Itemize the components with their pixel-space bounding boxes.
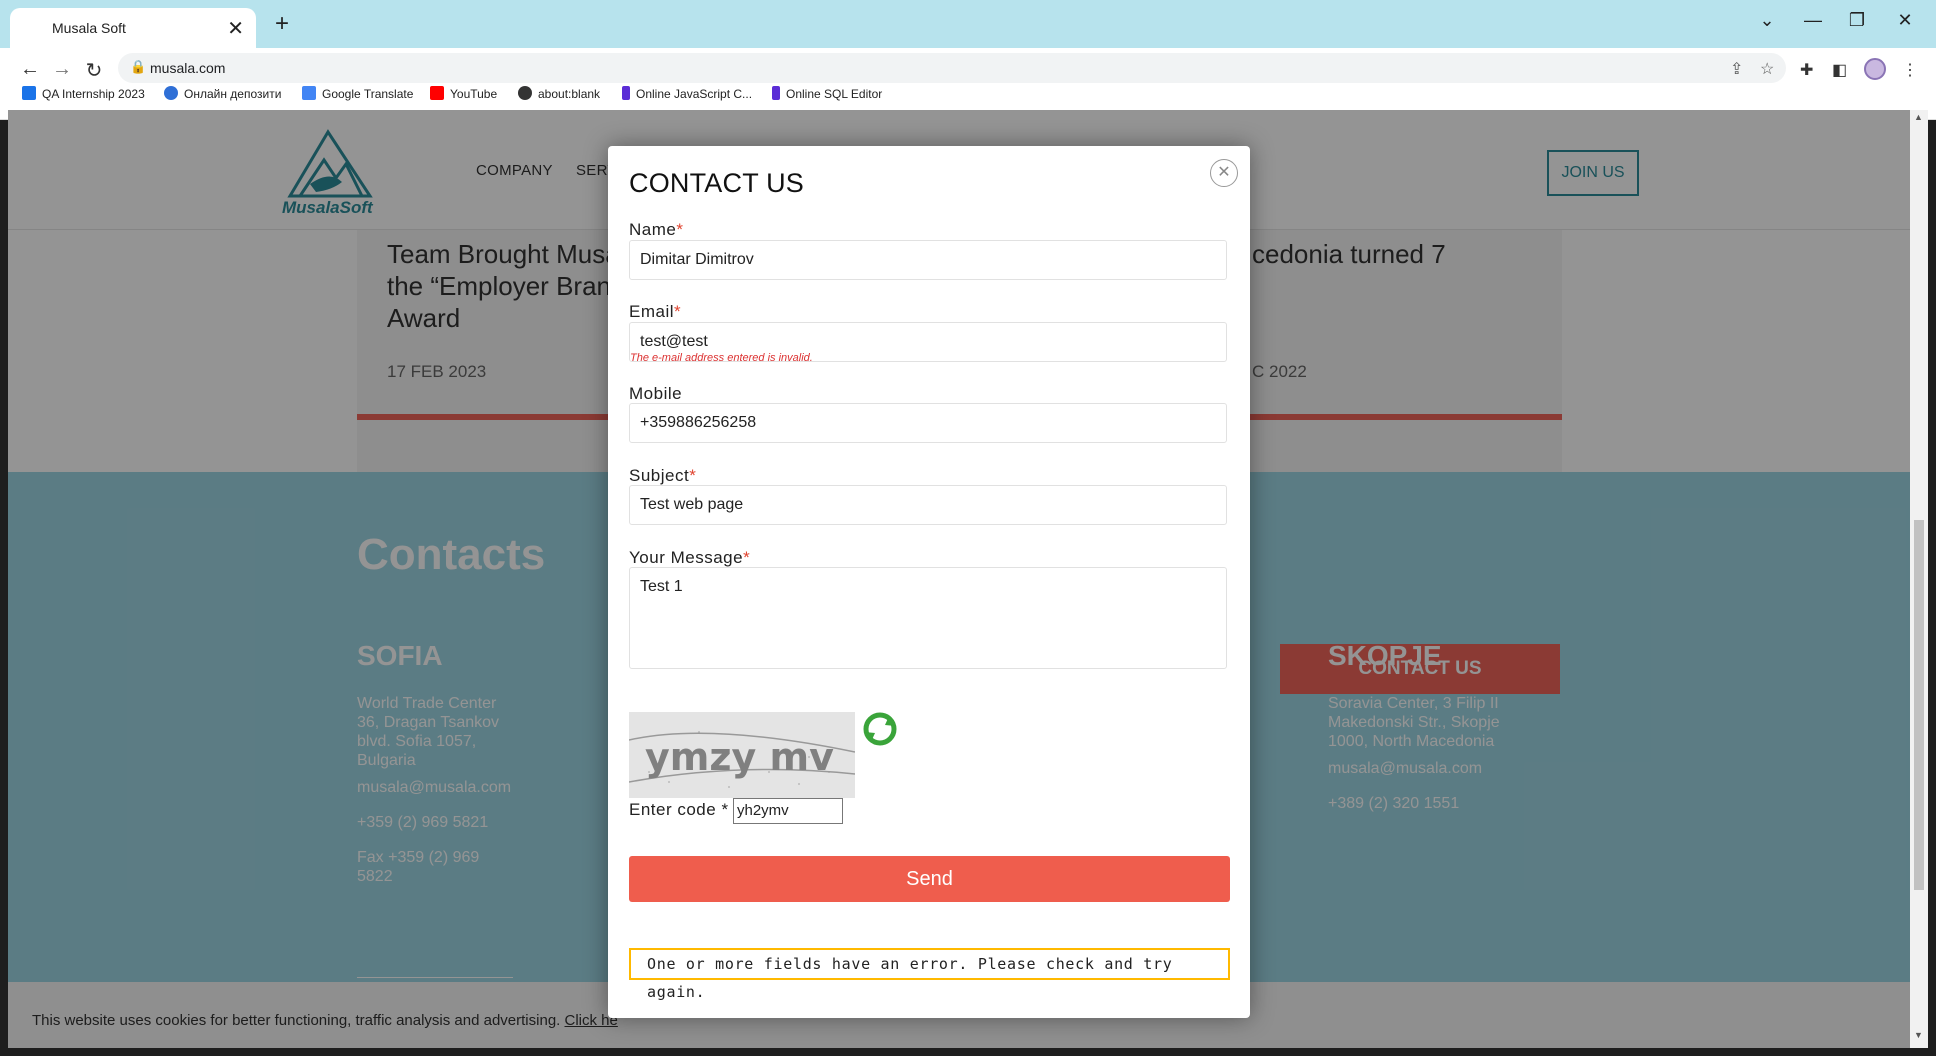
subject-field[interactable]: Test web page: [629, 485, 1227, 525]
refresh-icon[interactable]: [863, 712, 897, 746]
new-tab-icon[interactable]: +: [268, 10, 296, 38]
bookmark-label: Онлайн депозити: [184, 87, 282, 101]
browser-tab-strip: Musala Soft ✕ + ⌄ — ❐ ✕: [0, 0, 1936, 48]
close-window-icon[interactable]: ✕: [1890, 10, 1920, 31]
name-label-text: Name: [629, 220, 677, 239]
tab-title: Musala Soft: [52, 20, 126, 36]
name-label: Name*: [629, 220, 683, 240]
page-scrollbar[interactable]: ▲ ▼: [1910, 110, 1928, 1048]
required-marker: *: [676, 220, 684, 239]
lock-icon[interactable]: 🔒: [130, 59, 146, 75]
email-label-text: Email: [629, 302, 675, 321]
captcha-code-input[interactable]: yh2ymv: [733, 798, 843, 824]
bookmark-label: QA Internship 2023: [42, 87, 145, 101]
back-icon[interactable]: ←: [16, 58, 44, 81]
tab-search-icon[interactable]: ⌄: [1752, 10, 1782, 31]
bookmark-item[interactable]: Online SQL Editor: [772, 86, 882, 101]
bookmark-item[interactable]: YouTube: [430, 86, 497, 101]
bookmark-item[interactable]: Online JavaScript C...: [622, 86, 752, 101]
mobile-label: Mobile: [629, 384, 683, 403]
address-bar[interactable]: 🔒 musala.com ⇪ ☆: [118, 53, 1786, 83]
name-field[interactable]: Dimitar Dimitrov: [629, 240, 1227, 280]
bookmark-item[interactable]: QA Internship 2023: [22, 86, 145, 101]
message-label: Your Message*: [629, 548, 750, 568]
share-icon[interactable]: ⇪: [1730, 59, 1743, 79]
programiz-icon: [772, 86, 780, 100]
modal-title: CONTACT US: [629, 168, 805, 198]
subject-label: Subject*: [629, 466, 696, 486]
captcha-image: ymzy mv: [629, 712, 855, 798]
email-error-message: The e-mail address entered is invalid.: [630, 352, 813, 364]
captcha-text: ymzy mv: [645, 735, 834, 779]
bookmark-item[interactable]: Онлайн депозити: [164, 86, 281, 101]
form-error-message: One or more fields have an error. Please…: [629, 948, 1230, 1001]
bookmark-item[interactable]: Google Translate: [302, 86, 413, 101]
bookmark-label: YouTube: [450, 87, 498, 101]
required-marker: *: [689, 466, 697, 485]
subject-label-text: Subject: [629, 466, 690, 485]
youtube-icon: [430, 86, 444, 100]
programiz-icon: [622, 86, 630, 100]
required-marker: *: [674, 302, 682, 321]
globe-icon: [518, 86, 532, 100]
bookmark-favicon-icon: [164, 86, 178, 100]
message-textarea[interactable]: Test 1: [629, 567, 1227, 669]
browser-tab[interactable]: Musala Soft ✕: [10, 8, 256, 48]
close-tab-icon[interactable]: ✕: [227, 16, 244, 41]
restore-icon[interactable]: ❐: [1842, 10, 1872, 31]
bookmark-favicon-icon: [22, 86, 36, 100]
extensions-icon[interactable]: ✚: [1800, 60, 1813, 80]
bookmark-item[interactable]: about:blank: [518, 86, 600, 101]
required-marker: *: [743, 548, 751, 567]
menu-kebab-icon[interactable]: ⋮: [1902, 60, 1918, 80]
contact-us-modal: CONTACT US ✕ Name* Dimitar Dimitrov Emai…: [608, 146, 1250, 1018]
profile-avatar[interactable]: [1864, 58, 1886, 80]
scroll-up-icon[interactable]: ▲: [1914, 112, 1923, 122]
bookmark-label: Online JavaScript C...: [636, 87, 753, 101]
close-icon[interactable]: ✕: [1210, 159, 1238, 187]
address-url: musala.com: [150, 60, 226, 76]
bookmark-label: Google Translate: [322, 87, 414, 101]
bookmark-label: about:blank: [538, 87, 601, 101]
minimize-icon[interactable]: —: [1798, 10, 1828, 31]
captcha-code-label: Enter code *: [629, 800, 729, 819]
scrollbar-thumb[interactable]: [1914, 520, 1924, 890]
bookmark-label: Online SQL Editor: [786, 87, 883, 101]
bookmarks-bar: QA Internship 2023 Онлайн депозити Googl…: [0, 82, 1936, 110]
bookmark-star-icon[interactable]: ☆: [1760, 59, 1774, 79]
send-button[interactable]: Send: [629, 856, 1230, 902]
google-translate-icon: [302, 86, 316, 100]
forward-icon[interactable]: →: [48, 58, 76, 81]
scroll-down-icon[interactable]: ▼: [1914, 1030, 1923, 1040]
side-panel-icon[interactable]: ◧: [1832, 60, 1847, 80]
email-label: Email*: [629, 302, 681, 322]
message-label-text: Your Message: [629, 548, 744, 567]
mobile-field[interactable]: +359886256258: [629, 403, 1227, 443]
reload-icon[interactable]: ↻: [80, 58, 108, 83]
